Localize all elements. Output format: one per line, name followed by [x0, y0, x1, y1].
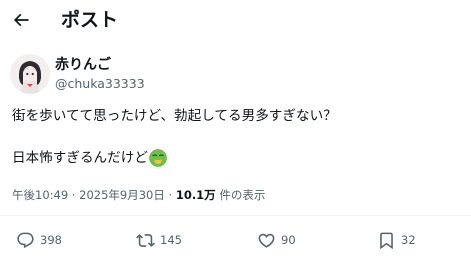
tweet-metadata: 午後10:49 · 2025年9月30日 · 10.1万 件の表示 — [12, 187, 265, 203]
top-header: ポスト — [0, 0, 471, 42]
like-count: 90 — [281, 233, 296, 247]
author-handle[interactable]: @chuka33333 — [55, 76, 145, 92]
timestamp-date[interactable]: 2025年9月30日 — [79, 188, 165, 202]
avatar[interactable] — [10, 54, 50, 94]
repost-count: 145 — [160, 233, 182, 247]
repost-button[interactable]: 145 — [136, 230, 182, 250]
tweet-text-line-2-text: 日本怖すぎるんだけど — [12, 150, 148, 166]
bookmark-count: 32 — [401, 233, 416, 247]
views-label: 件の表示 — [215, 188, 266, 202]
page-title: ポスト — [61, 9, 119, 31]
meta-separator: · — [68, 188, 80, 202]
divider — [0, 215, 471, 216]
heart-icon — [258, 233, 275, 248]
tweet-text-line-2: 日本怖すぎるんだけど — [12, 148, 167, 168]
back-button[interactable] — [9, 8, 33, 32]
tweet-text-line-1: 街を歩いてて思ったけど、勃起してる男多すぎない？ — [12, 108, 337, 124]
reply-button[interactable]: 398 — [16, 230, 62, 250]
timestamp-time[interactable]: 午後10:49 — [12, 188, 68, 202]
meta-separator-2: · — [164, 188, 176, 202]
reply-count: 398 — [40, 233, 62, 247]
avatar-image — [10, 54, 50, 94]
author-display-name[interactable]: 赤りんご — [55, 56, 111, 74]
like-button[interactable]: 90 — [257, 230, 296, 250]
bookmark-button[interactable]: 32 — [377, 230, 416, 250]
arrow-left-icon — [13, 13, 29, 27]
views-count: 10.1万 — [175, 188, 216, 202]
bookmark-icon — [380, 232, 393, 249]
comment-icon — [17, 232, 34, 248]
nauseated-face-emoji-icon — [149, 149, 167, 167]
repost-icon — [136, 233, 155, 247]
